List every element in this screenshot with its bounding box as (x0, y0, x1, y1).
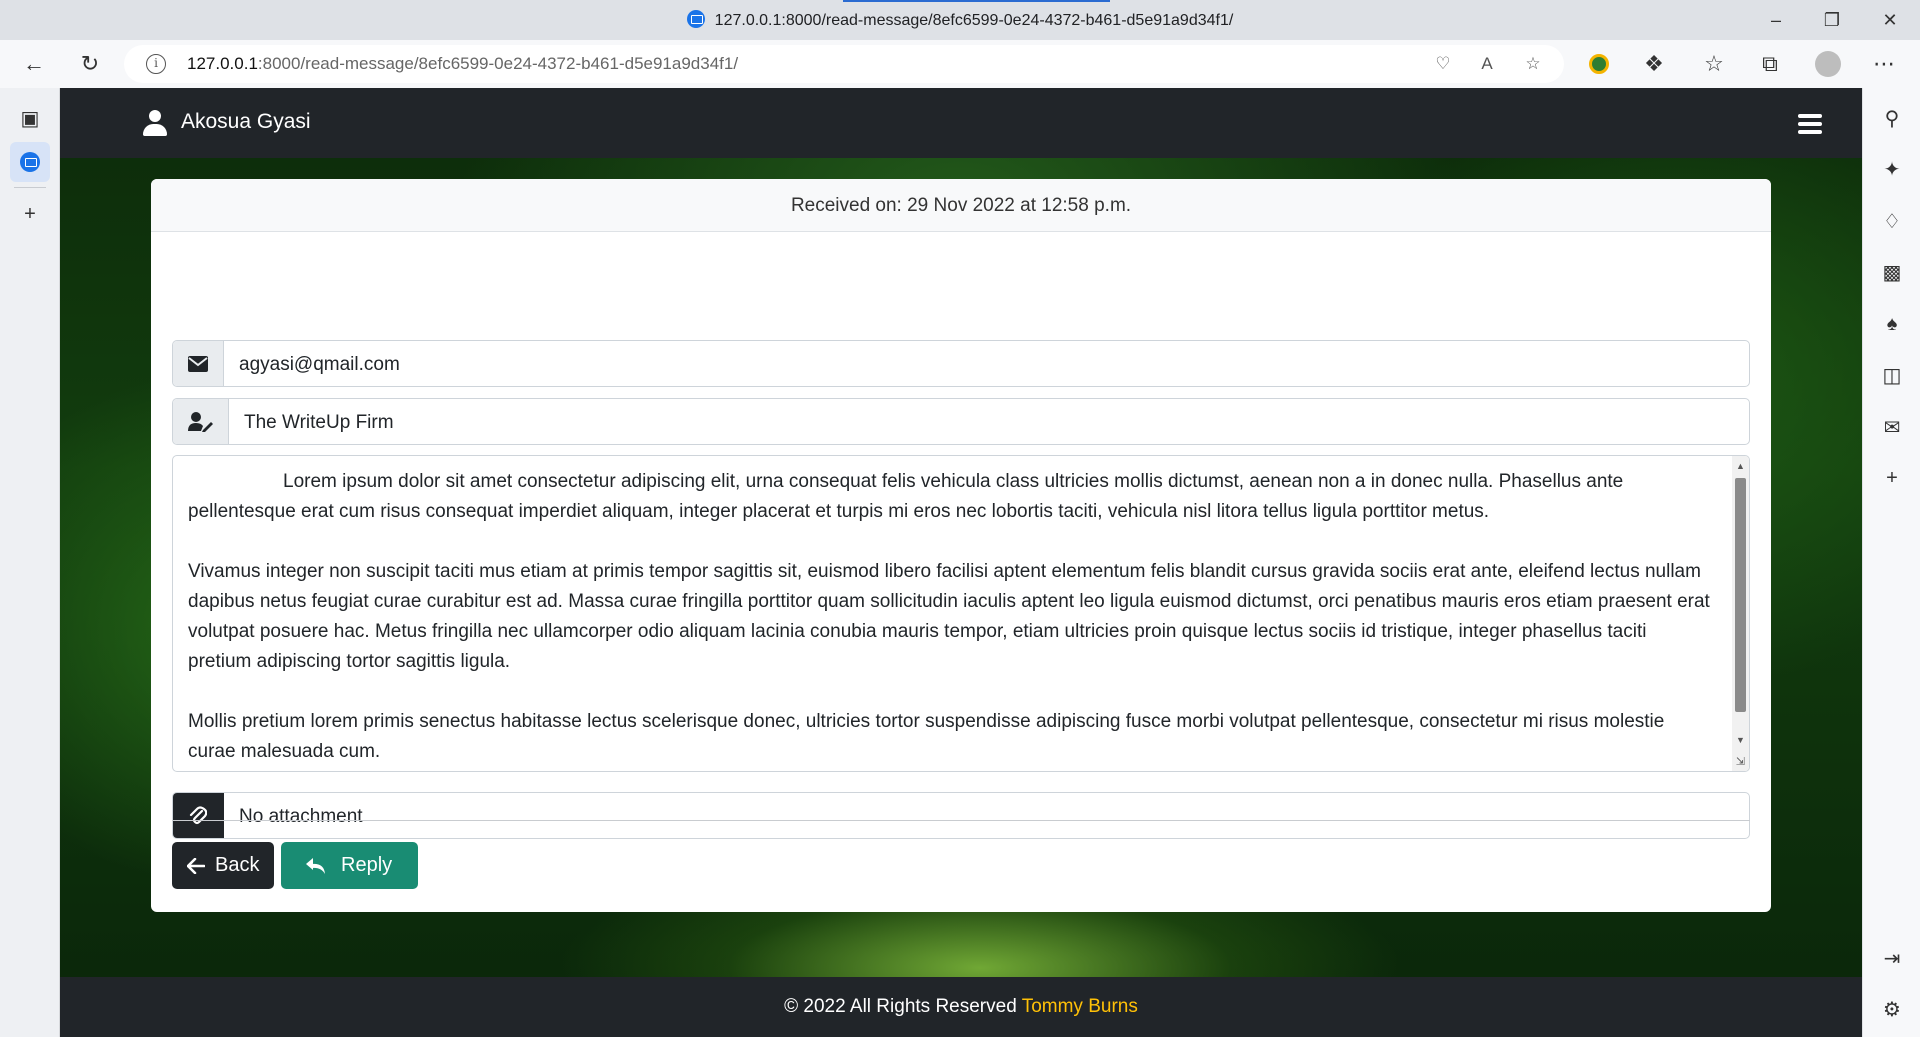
back-button-label: Back (215, 854, 260, 876)
tab-strip-divider (14, 187, 46, 188)
settings-gear-icon[interactable]: ⚙ (1876, 993, 1908, 1025)
page-footer: © 2022 All Rights Reserved Tommy Burns (60, 977, 1862, 1037)
reply-arrow-icon (306, 857, 325, 874)
back-button[interactable]: Back (172, 842, 274, 889)
page-viewport: Akosua Gyasi Received on: 29 Nov 2022 at… (60, 88, 1862, 1037)
arrow-left-icon (187, 857, 205, 874)
envelope-icon (173, 341, 224, 386)
footer-copyright: © 2022 All Rights Reserved (784, 996, 1022, 1017)
tab-actions-icon[interactable]: ▣ (10, 98, 50, 138)
company-field[interactable]: The WriteUp Firm (172, 398, 1750, 445)
minimize-icon[interactable]: – (1748, 0, 1804, 40)
attachment-value: No attachment (239, 806, 363, 827)
message-body-textarea[interactable]: Lorem ipsum dolor sit amet consectetur a… (172, 455, 1750, 772)
scrollbar-thumb[interactable] (1735, 478, 1746, 712)
browser-toolbar: ← ↻ i 127.0.0.1:8000/read-message/8efc65… (0, 40, 1920, 88)
app-navbar: Akosua Gyasi (60, 88, 1862, 158)
games-icon[interactable]: ♠ (1876, 308, 1908, 340)
browser-sidebar: ⚲ ✦ ♢ ▩ ♠ ◫ ✉ + ⇥ ⚙ (1862, 88, 1920, 1037)
site-info-icon[interactable]: i (146, 54, 166, 74)
sender-email-field[interactable]: agyasi@qmail.com (172, 340, 1750, 387)
restore-icon[interactable]: ❐ (1804, 0, 1860, 40)
tab-mail-icon[interactable] (10, 142, 50, 182)
more-menu-icon[interactable]: ⋯ (1864, 40, 1904, 88)
profile-avatar[interactable] (1808, 40, 1848, 88)
vertical-tabs-strip: ▣ + (0, 88, 60, 1037)
shopping-tag-icon[interactable]: ♢ (1876, 205, 1908, 237)
attachment-field[interactable]: No attachment (172, 792, 1750, 839)
extension-globe-icon[interactable] (1579, 40, 1619, 88)
refresh-icon[interactable]: ↻ (70, 40, 110, 88)
hide-sidebar-icon[interactable]: ⇥ (1876, 942, 1908, 974)
back-arrow-icon[interactable]: ← (14, 40, 54, 88)
resize-grip-icon[interactable]: ⇲ (1732, 754, 1749, 770)
favorites-icon[interactable]: ☆ (1694, 40, 1734, 88)
message-card: Received on: 29 Nov 2022 at 12:58 p.m. a… (151, 179, 1771, 912)
footer-brand-link[interactable]: Tommy Burns (1022, 996, 1138, 1017)
address-bar[interactable]: i 127.0.0.1:8000/read-message/8efc6599-0… (124, 45, 1564, 83)
user-icon (142, 110, 168, 136)
paperclip-icon (173, 793, 224, 838)
received-date: Received on: 29 Nov 2022 at 12:58 p.m. (151, 179, 1771, 232)
extensions-puzzle-icon[interactable]: ❖ (1634, 40, 1674, 88)
scroll-up-arrow-icon[interactable]: ▲ (1732, 458, 1749, 474)
reply-button-label: Reply (341, 854, 393, 876)
tag-icon[interactable]: ♡ (1430, 51, 1456, 77)
window-title: 127.0.0.1:8000/read-message/8efc6599-0e2… (0, 10, 1920, 30)
tools-briefcase-icon[interactable]: ▩ (1876, 256, 1908, 288)
browser-title-bar: 127.0.0.1:8000/read-message/8efc6599-0e2… (0, 0, 1920, 40)
active-tab-indicator (843, 0, 1110, 2)
user-edit-icon (173, 399, 229, 444)
hamburger-menu-icon[interactable] (1798, 114, 1822, 134)
textarea-scrollbar[interactable]: ▲ ▼ ⇲ (1732, 456, 1749, 771)
read-aloud-icon[interactable]: A (1474, 51, 1500, 77)
new-tab-plus-icon[interactable]: + (10, 194, 50, 234)
copilot-sparkle-icon[interactable]: ✦ (1876, 153, 1908, 185)
url-text[interactable]: 127.0.0.1:8000/read-message/8efc6599-0e2… (187, 54, 738, 74)
mail-favicon-icon (686, 10, 705, 28)
close-icon[interactable]: ✕ (1862, 0, 1918, 40)
actions-divider (172, 820, 1750, 821)
tab-title: 127.0.0.1:8000/read-message/8efc6599-0e2… (714, 12, 1234, 29)
office-icon[interactable]: ◫ (1876, 359, 1908, 391)
sender-email-value: agyasi@qmail.com (239, 354, 400, 375)
company-value: The WriteUp Firm (244, 412, 394, 433)
collections-icon[interactable]: ⧉ (1750, 40, 1790, 88)
search-icon[interactable]: ⚲ (1876, 102, 1908, 134)
add-sidebar-plus-icon[interactable]: + (1876, 462, 1908, 494)
message-body-text: Lorem ipsum dolor sit amet consectetur a… (188, 471, 1710, 762)
scroll-down-arrow-icon[interactable]: ▼ (1732, 732, 1749, 748)
navbar-username[interactable]: Akosua Gyasi (181, 110, 311, 134)
outlook-icon[interactable]: ✉ (1876, 411, 1908, 443)
reply-button[interactable]: Reply (281, 842, 418, 889)
favorite-star-icon[interactable]: ☆ (1520, 51, 1546, 77)
